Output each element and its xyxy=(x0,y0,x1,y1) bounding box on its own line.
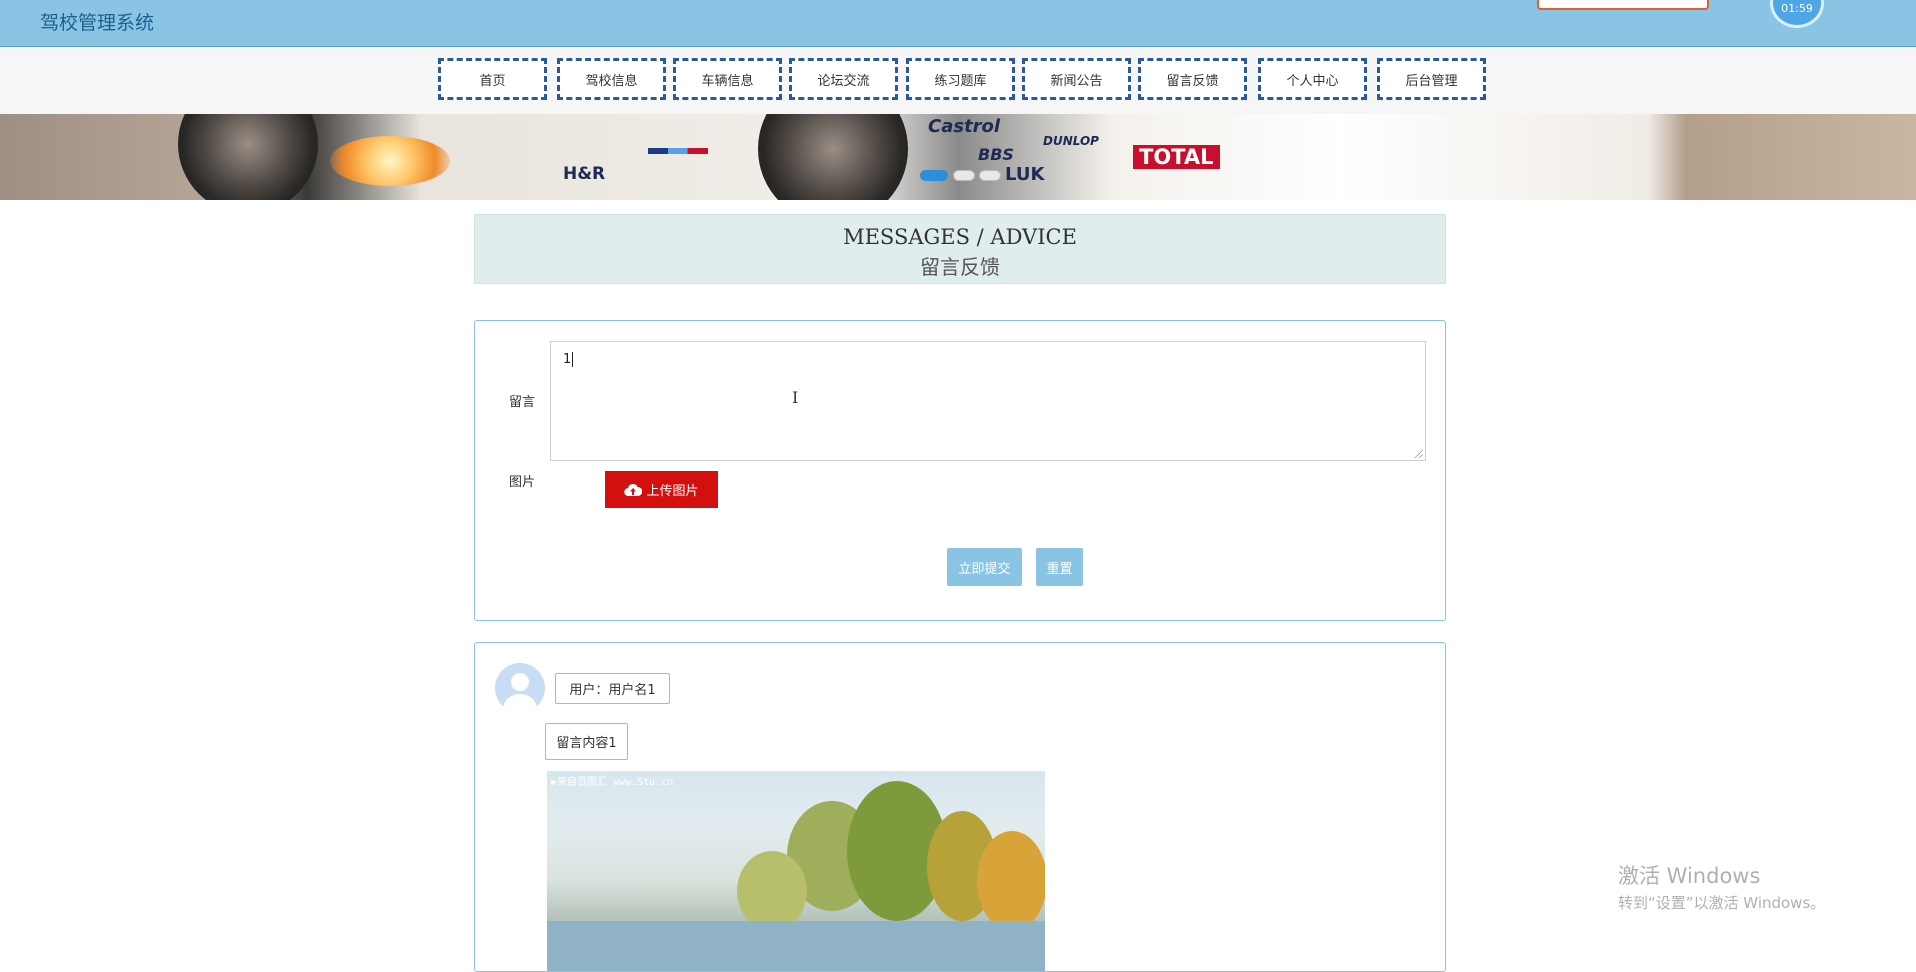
upload-image-button[interactable]: 上传图片 xyxy=(605,471,718,508)
feedback-form: 留言 1 图片 上传图片 立即提交 重置 xyxy=(474,320,1446,621)
nav-item-personal-center[interactable]: 个人中心 xyxy=(1258,58,1367,100)
partner-logo xyxy=(1537,0,1709,10)
message-label: 留言 xyxy=(509,395,536,410)
nav-item-feedback[interactable]: 留言反馈 xyxy=(1138,58,1247,100)
decal-luk: LUK xyxy=(1005,164,1045,185)
main-nav: 首页 驾校信息 车辆信息 论坛交流 练习题库 新闻公告 留言反馈 个人中心 后台… xyxy=(0,47,1916,114)
message-textarea[interactable]: 1 xyxy=(550,341,1426,461)
nav-item-home[interactable]: 首页 xyxy=(438,58,547,100)
carousel-dot-1[interactable] xyxy=(920,170,948,181)
nav-item-news[interactable]: 新闻公告 xyxy=(1022,58,1131,100)
decal-dunlop: DUNLOP xyxy=(1043,134,1099,148)
upload-image-label: 上传图片 xyxy=(646,484,699,499)
app-title: 驾校管理系统 xyxy=(40,12,155,34)
reset-button[interactable]: 重置 xyxy=(1036,548,1083,586)
section-title-en: MESSAGES / ADVICE xyxy=(843,225,1077,249)
message-list: 用户：用户名1 留言内容1 ▶来自百图汇 www.5tu.cn xyxy=(474,642,1446,972)
section-heading: MESSAGES / ADVICE 留言反馈 xyxy=(474,214,1446,284)
nav-item-question-bank[interactable]: 练习题库 xyxy=(906,58,1015,100)
painting-tree xyxy=(977,831,1045,931)
submit-button[interactable]: 立即提交 xyxy=(947,548,1022,586)
windows-activation-title: 激活 Windows xyxy=(1618,864,1761,888)
windows-activation-notice: 激活 Windows 转到“设置”以激活 Windows。 xyxy=(1618,860,1825,913)
windows-activation-subtitle: 转到“设置”以激活 Windows。 xyxy=(1618,894,1826,912)
carousel-dot-2[interactable] xyxy=(953,170,975,181)
painting-water xyxy=(547,921,1045,971)
image-label: 图片 xyxy=(509,475,536,490)
nav-item-school-info[interactable]: 驾校信息 xyxy=(557,58,666,100)
cloud-upload-icon xyxy=(624,483,643,496)
exhaust-flame xyxy=(330,136,450,186)
decal-total: TOTAL xyxy=(1133,145,1220,169)
decal-hr: H&R xyxy=(563,164,606,184)
car-wheel-rear xyxy=(178,114,318,200)
text-cursor-icon: I xyxy=(792,388,799,407)
message-content: 留言内容1 xyxy=(545,723,628,760)
nav-item-forum[interactable]: 论坛交流 xyxy=(789,58,898,100)
nav-item-admin[interactable]: 后台管理 xyxy=(1377,58,1486,100)
message-text: 1 xyxy=(563,352,572,367)
hero-carousel[interactable]: H&R Castrol BBS DUNLOP LUK TOTAL xyxy=(0,114,1916,200)
section-title-cn: 留言反馈 xyxy=(920,255,1000,279)
user-avatar-icon xyxy=(495,663,545,713)
resize-handle-icon[interactable] xyxy=(1414,449,1423,458)
message-user-badge: 用户：用户名1 xyxy=(555,673,670,704)
decal-bbs: BBS xyxy=(978,145,1014,164)
header-bar: 驾校管理系统 01:59 xyxy=(0,0,1916,47)
message-image[interactable]: ▶来自百图汇 www.5tu.cn xyxy=(547,771,1045,971)
livery-stripes xyxy=(648,148,708,154)
timer-badge: 01:59 xyxy=(1770,0,1824,28)
nav-item-vehicle-info[interactable]: 车辆信息 xyxy=(673,58,782,100)
decal-castrol: Castrol xyxy=(928,116,1001,137)
car-wheel-front xyxy=(758,114,908,200)
painting-tree xyxy=(737,851,807,931)
image-watermark: ▶来自百图汇 www.5tu.cn xyxy=(551,777,674,788)
carousel-dot-3[interactable] xyxy=(979,170,1001,181)
